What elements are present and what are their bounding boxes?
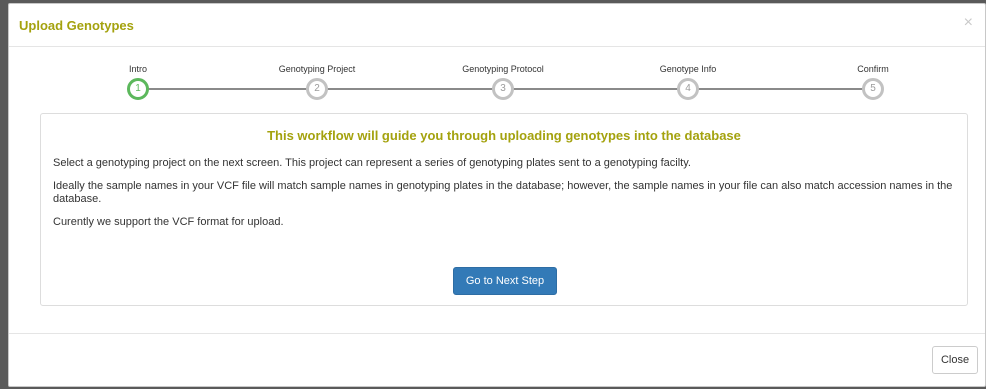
modal-title: Upload Genotypes: [19, 18, 134, 33]
step-label: Intro: [128, 64, 147, 74]
step-confirm[interactable]: Confirm 5: [793, 46, 953, 100]
step-genotyping-protocol[interactable]: Genotyping Protocol 3: [423, 46, 583, 100]
step-label: Genotyping Project: [278, 64, 356, 74]
step-number-circle[interactable]: 2: [306, 78, 328, 100]
intro-paragraph: Ideally the sample names in your VCF fil…: [53, 180, 953, 205]
close-icon[interactable]: ×: [964, 15, 973, 31]
step-intro[interactable]: Intro 1: [58, 46, 218, 100]
step-label: Confirm: [857, 64, 889, 74]
step-number-circle[interactable]: 1: [127, 78, 149, 100]
step-label: Genotyping Protocol: [462, 64, 544, 74]
panel-heading: This workflow will guide you through upl…: [267, 128, 741, 143]
step-genotype-info[interactable]: Genotype Info 4: [608, 46, 768, 100]
step-number-circle[interactable]: 4: [677, 78, 699, 100]
intro-paragraph: Curently we support the VCF format for u…: [53, 216, 284, 228]
step-number-circle[interactable]: 5: [862, 78, 884, 100]
modal-footer: Close: [9, 333, 985, 386]
intro-paragraph: Select a genotyping project on the next …: [53, 157, 691, 169]
modal-header: Upload Genotypes ×: [9, 4, 985, 47]
close-button[interactable]: Close: [932, 346, 978, 374]
upload-genotypes-dialog: Upload Genotypes × Intro 1 Genotyping Pr…: [8, 3, 986, 387]
step-genotyping-project[interactable]: Genotyping Project 2: [237, 46, 397, 100]
step-label: Genotype Info: [659, 64, 717, 74]
workflow-steps: Intro 1 Genotyping Project 2 Genotyping …: [9, 46, 985, 106]
go-to-next-step-button[interactable]: Go to Next Step: [453, 267, 557, 295]
step-number-circle[interactable]: 3: [492, 78, 514, 100]
intro-panel: This workflow will guide you through upl…: [40, 113, 968, 306]
